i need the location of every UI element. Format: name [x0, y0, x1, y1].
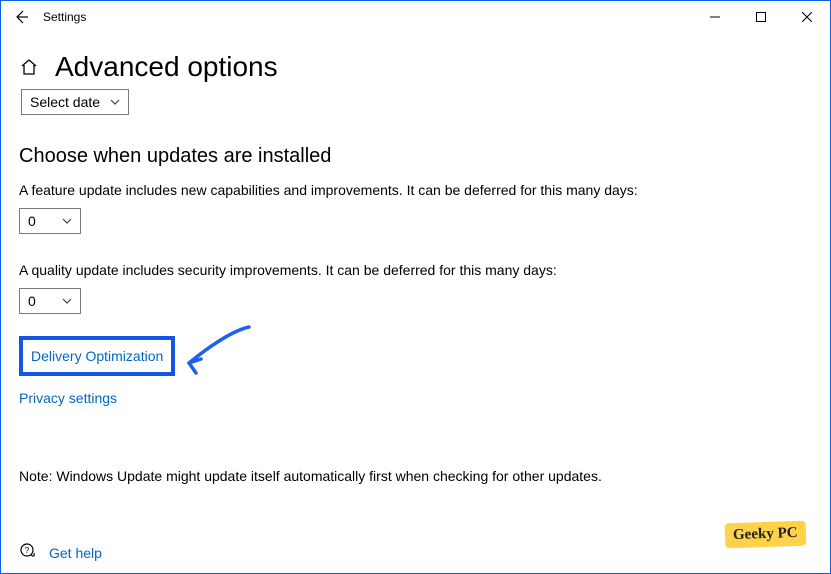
settings-window: Settings Advanced options Select date Ch: [0, 0, 831, 574]
watermark: Geeky PC: [725, 521, 806, 549]
quality-update-text: A quality update includes security impro…: [19, 262, 812, 278]
minimize-button[interactable]: [692, 1, 738, 33]
content-area: Advanced options Select date Choose when…: [1, 51, 830, 484]
back-button[interactable]: [13, 9, 29, 25]
privacy-settings-link[interactable]: Privacy settings: [19, 390, 117, 406]
chevron-down-icon: [110, 97, 120, 107]
maximize-button[interactable]: [738, 1, 784, 33]
close-button[interactable]: [784, 1, 830, 33]
page-title: Advanced options: [55, 51, 278, 83]
feature-update-text: A feature update includes new capabiliti…: [19, 182, 812, 198]
feature-defer-dropdown[interactable]: 0: [19, 208, 81, 234]
home-icon[interactable]: [19, 57, 39, 77]
get-help-row[interactable]: ? Get help: [19, 542, 102, 563]
page-header: Advanced options: [19, 51, 812, 83]
delivery-optimization-highlight: Delivery Optimization: [19, 336, 175, 376]
chevron-down-icon: [62, 216, 72, 226]
quality-defer-dropdown[interactable]: 0: [19, 288, 81, 314]
delivery-optimization-link[interactable]: Delivery Optimization: [31, 348, 163, 364]
titlebar: Settings: [1, 1, 830, 33]
titlebar-left: Settings: [1, 9, 86, 25]
svg-text:?: ?: [25, 546, 30, 555]
feature-defer-value: 0: [28, 213, 36, 229]
window-controls: [692, 1, 830, 33]
chevron-down-icon: [62, 296, 72, 306]
select-date-dropdown[interactable]: Select date: [21, 89, 129, 115]
get-help-link: Get help: [49, 545, 102, 561]
note-text: Note: Windows Update might update itself…: [19, 468, 812, 484]
quality-defer-value: 0: [28, 293, 36, 309]
window-title: Settings: [43, 10, 86, 24]
help-icon: ?: [19, 542, 37, 563]
section-heading: Choose when updates are installed: [19, 145, 812, 168]
select-date-label: Select date: [30, 94, 100, 110]
